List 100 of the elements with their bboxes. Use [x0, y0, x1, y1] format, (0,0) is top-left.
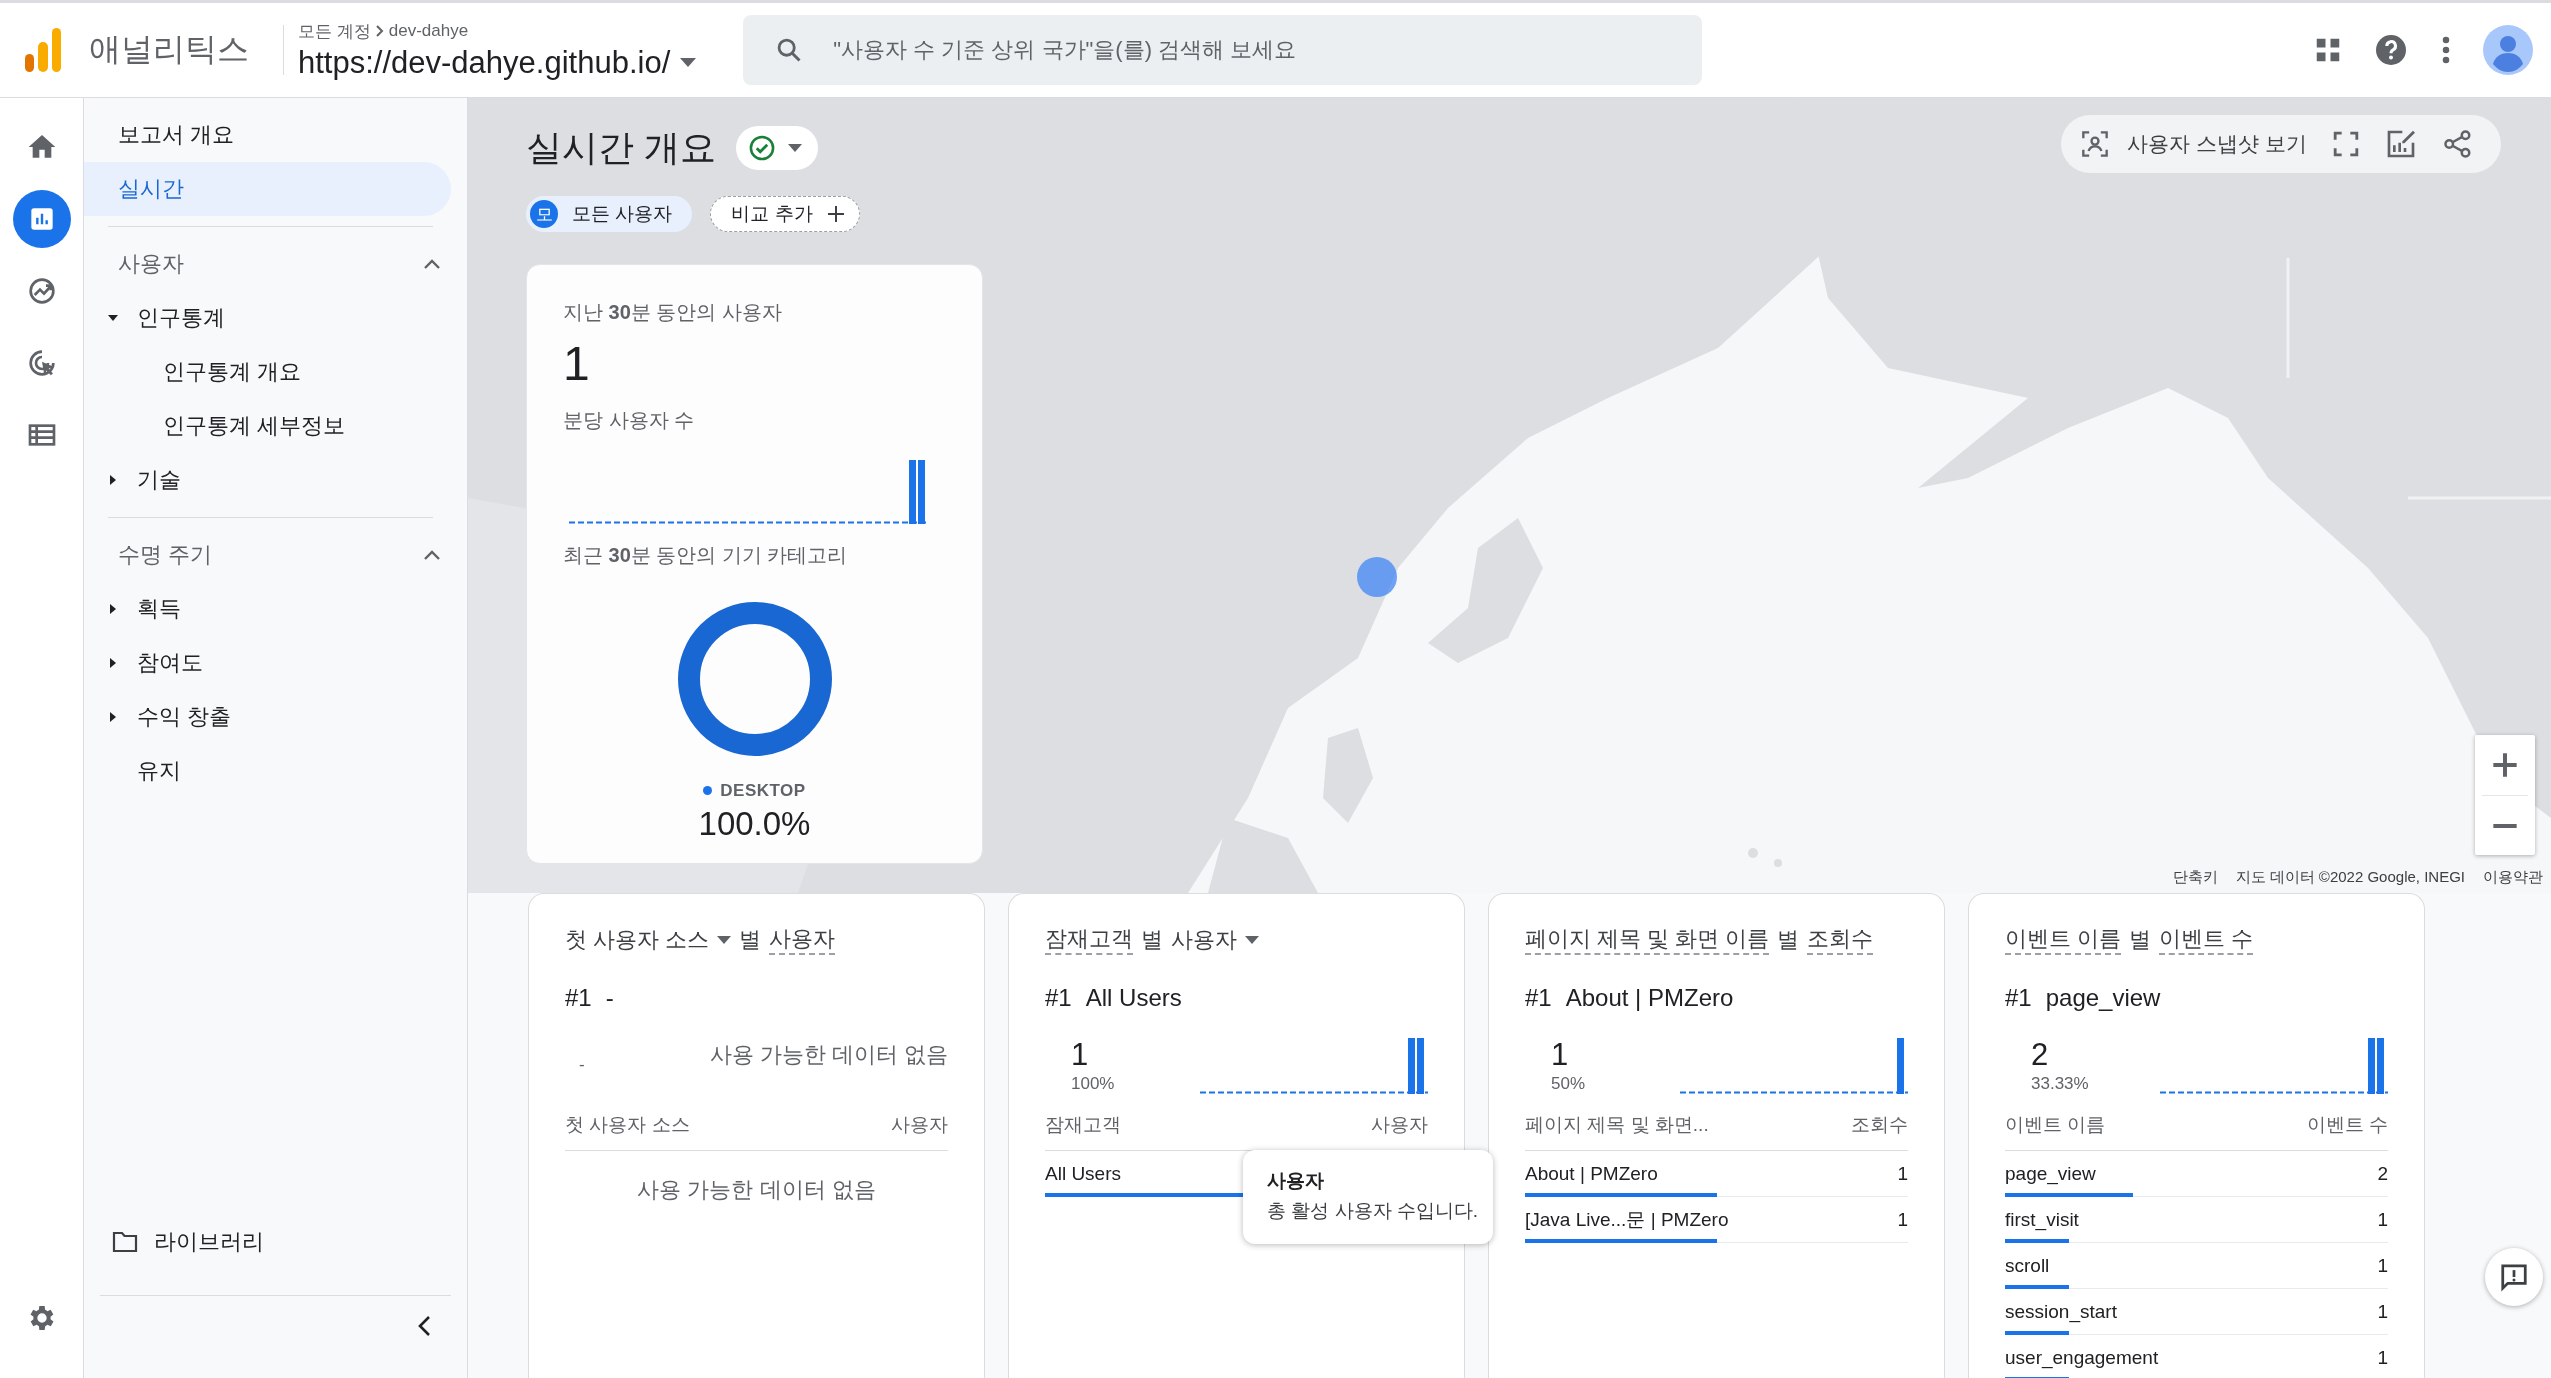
- share-value: 100.0%: [697, 804, 812, 843]
- row-link[interactable]: session_start: [2005, 1300, 2117, 1323]
- row-link[interactable]: scroll: [2005, 1254, 2050, 1277]
- top-item-name: page_view: [2045, 984, 2161, 1012]
- add-comparison-button[interactable]: 비교 추가: [710, 196, 860, 232]
- check-circle-icon: [748, 134, 776, 162]
- segment-badge: 모: [530, 200, 558, 228]
- row-value: 1: [2377, 1254, 2388, 1277]
- dimension-selector[interactable]: 첫 사용자 소스: [565, 925, 732, 955]
- nav-item[interactable]: 인구통계: [137, 303, 225, 333]
- legend-label: DESKTOP: [720, 780, 806, 801]
- share-icon[interactable]: [2443, 129, 2473, 159]
- dimension-selector[interactable]: 사용자: [1171, 925, 1259, 955]
- row-link[interactable]: page_view: [2005, 1162, 2096, 1185]
- folder-icon: [112, 1231, 138, 1253]
- nav-item[interactable]: 수익 창출: [137, 702, 232, 732]
- fullscreen-icon[interactable]: [2333, 131, 2359, 157]
- breadcrumb-link[interactable]: dev-dahye: [388, 21, 469, 41]
- avatar-icon[interactable]: [2483, 25, 2533, 75]
- map-attribution[interactable]: 이용약관: [2483, 868, 2543, 887]
- status-dropdown[interactable]: [736, 126, 818, 170]
- top-item-name: All Users: [1085, 984, 1182, 1012]
- column-header: 사용자: [1371, 1113, 1428, 1137]
- chart-label: 최근 30분 동안의 기기 카테고리: [563, 542, 849, 568]
- top-item-value: 1: [1071, 1037, 1090, 1072]
- metric-term[interactable]: 잠재고객: [1045, 925, 1133, 955]
- empty-message: 사용 가능한 데이터 없음: [709, 1041, 948, 1069]
- top-item-share: 100%: [1071, 1074, 1115, 1094]
- top-item-value: 1: [1551, 1037, 1570, 1072]
- rank-label: #1: [1525, 984, 1552, 1012]
- map-attribution[interactable]: 지도 데이터 ©2022 Google, INEGI: [2235, 868, 2465, 887]
- rank-label: #1: [2005, 984, 2032, 1012]
- chart-label: 분당 사용자 수: [563, 407, 696, 433]
- row-value: 1: [2377, 1208, 2388, 1231]
- row-link[interactable]: About | PMZero: [1525, 1162, 1658, 1185]
- metric-term[interactable]: 사용자: [769, 925, 836, 955]
- row-link[interactable]: [Java Live...문 | PMZero: [1525, 1206, 1729, 1233]
- zoom-in-icon[interactable]: [2491, 751, 2519, 779]
- column-header: 사용자: [891, 1113, 948, 1137]
- breadcrumb-link[interactable]: 모든 계정: [298, 19, 371, 43]
- row-value: 1: [2377, 1300, 2388, 1323]
- chevron-up-icon[interactable]: [423, 258, 441, 270]
- section-title: 수명 주기: [118, 541, 213, 569]
- row-link[interactable]: user_engagement: [2005, 1346, 2159, 1369]
- caret-icon: [788, 143, 802, 153]
- title-text: 별: [739, 926, 762, 954]
- rank-label: #1: [565, 984, 592, 1012]
- nav-item[interactable]: 획득: [137, 594, 181, 624]
- top-item-value: 2: [2031, 1037, 2050, 1072]
- snapshot-button[interactable]: 사용자 스냅샷 보기: [2127, 130, 2307, 158]
- empty-message: 사용 가능한 데이터 없음: [636, 1176, 877, 1204]
- nav-item[interactable]: 참여도: [137, 648, 203, 678]
- nav-item[interactable]: 인구통계 개요: [163, 357, 302, 387]
- help-icon[interactable]: [2373, 32, 2409, 68]
- search-field[interactable]: "사용자 수 기준 상위 국가"을(를) 검색해 보세요: [831, 36, 1703, 64]
- property-selector[interactable]: https://dev-dahye.github.io/: [298, 44, 697, 81]
- rail-button[interactable]: [12, 190, 71, 248]
- title-text: 별: [2129, 926, 2152, 954]
- title-text: 별: [1141, 926, 1163, 954]
- nav-item[interactable]: 보고서 개요: [84, 108, 451, 162]
- metric-term[interactable]: 페이지 제목 및 화면 이름: [1525, 925, 1770, 955]
- column-header: 페이지 제목 및 화면...: [1525, 1113, 1709, 1137]
- row-value: 1: [1897, 1208, 1908, 1231]
- nav-item[interactable]: 기술: [137, 465, 181, 495]
- column-header: 첫 사용자 소스: [565, 1113, 690, 1137]
- legend-dot: [703, 786, 713, 796]
- segment-chip[interactable]: 모 모든 사용자: [526, 196, 693, 232]
- chevron-right-icon: [374, 25, 385, 37]
- top-item-share: 33.33%: [2031, 1074, 2089, 1094]
- nav-item[interactable]: 인구통계 세부정보: [163, 411, 346, 441]
- search-box[interactable]: "사용자 수 기준 상위 국가"을(를) 검색해 보세요: [743, 15, 1703, 85]
- analytics-logo-icon: [25, 28, 61, 72]
- rank-label: #1: [1045, 984, 1072, 1012]
- nav-item[interactable]: 유지: [137, 756, 181, 786]
- person-frame-icon: [2081, 130, 2110, 158]
- metric-label: 지난 30분 동안의 사용자: [563, 300, 783, 325]
- nav-item[interactable]: 실시간: [84, 162, 451, 216]
- column-header: 이벤트 이름: [2005, 1113, 2106, 1137]
- placeholder-value: -: [579, 1055, 585, 1075]
- metric-term[interactable]: 이벤트 수: [2159, 925, 2254, 955]
- caret-icon: [1245, 935, 1259, 945]
- row-value: 1: [2377, 1346, 2388, 1369]
- top-item-name: -: [605, 984, 614, 1012]
- caret-icon: [680, 57, 697, 68]
- feedback-icon: [2499, 1262, 2529, 1292]
- map-attribution[interactable]: 단축키: [2172, 868, 2218, 887]
- section-title: 사용자: [118, 250, 184, 278]
- row-link[interactable]: first_visit: [2005, 1208, 2079, 1231]
- metric-term[interactable]: 이벤트 이름: [2005, 925, 2122, 955]
- metric-term[interactable]: 조회수: [1807, 925, 1874, 955]
- caret-icon: [717, 935, 732, 945]
- edit-chart-icon[interactable]: [2385, 128, 2417, 160]
- chevron-up-icon[interactable]: [423, 549, 441, 561]
- page-title: 실시간 개요: [526, 125, 716, 170]
- row-value: 2: [2377, 1162, 2388, 1185]
- nav-item[interactable]: 라이브러리: [154, 1227, 264, 1257]
- collapse-icon[interactable]: [417, 1315, 433, 1337]
- top-item-share: 50%: [1551, 1074, 1586, 1094]
- row-link[interactable]: All Users: [1045, 1162, 1121, 1185]
- column-header: 잠재고객: [1045, 1113, 1121, 1137]
